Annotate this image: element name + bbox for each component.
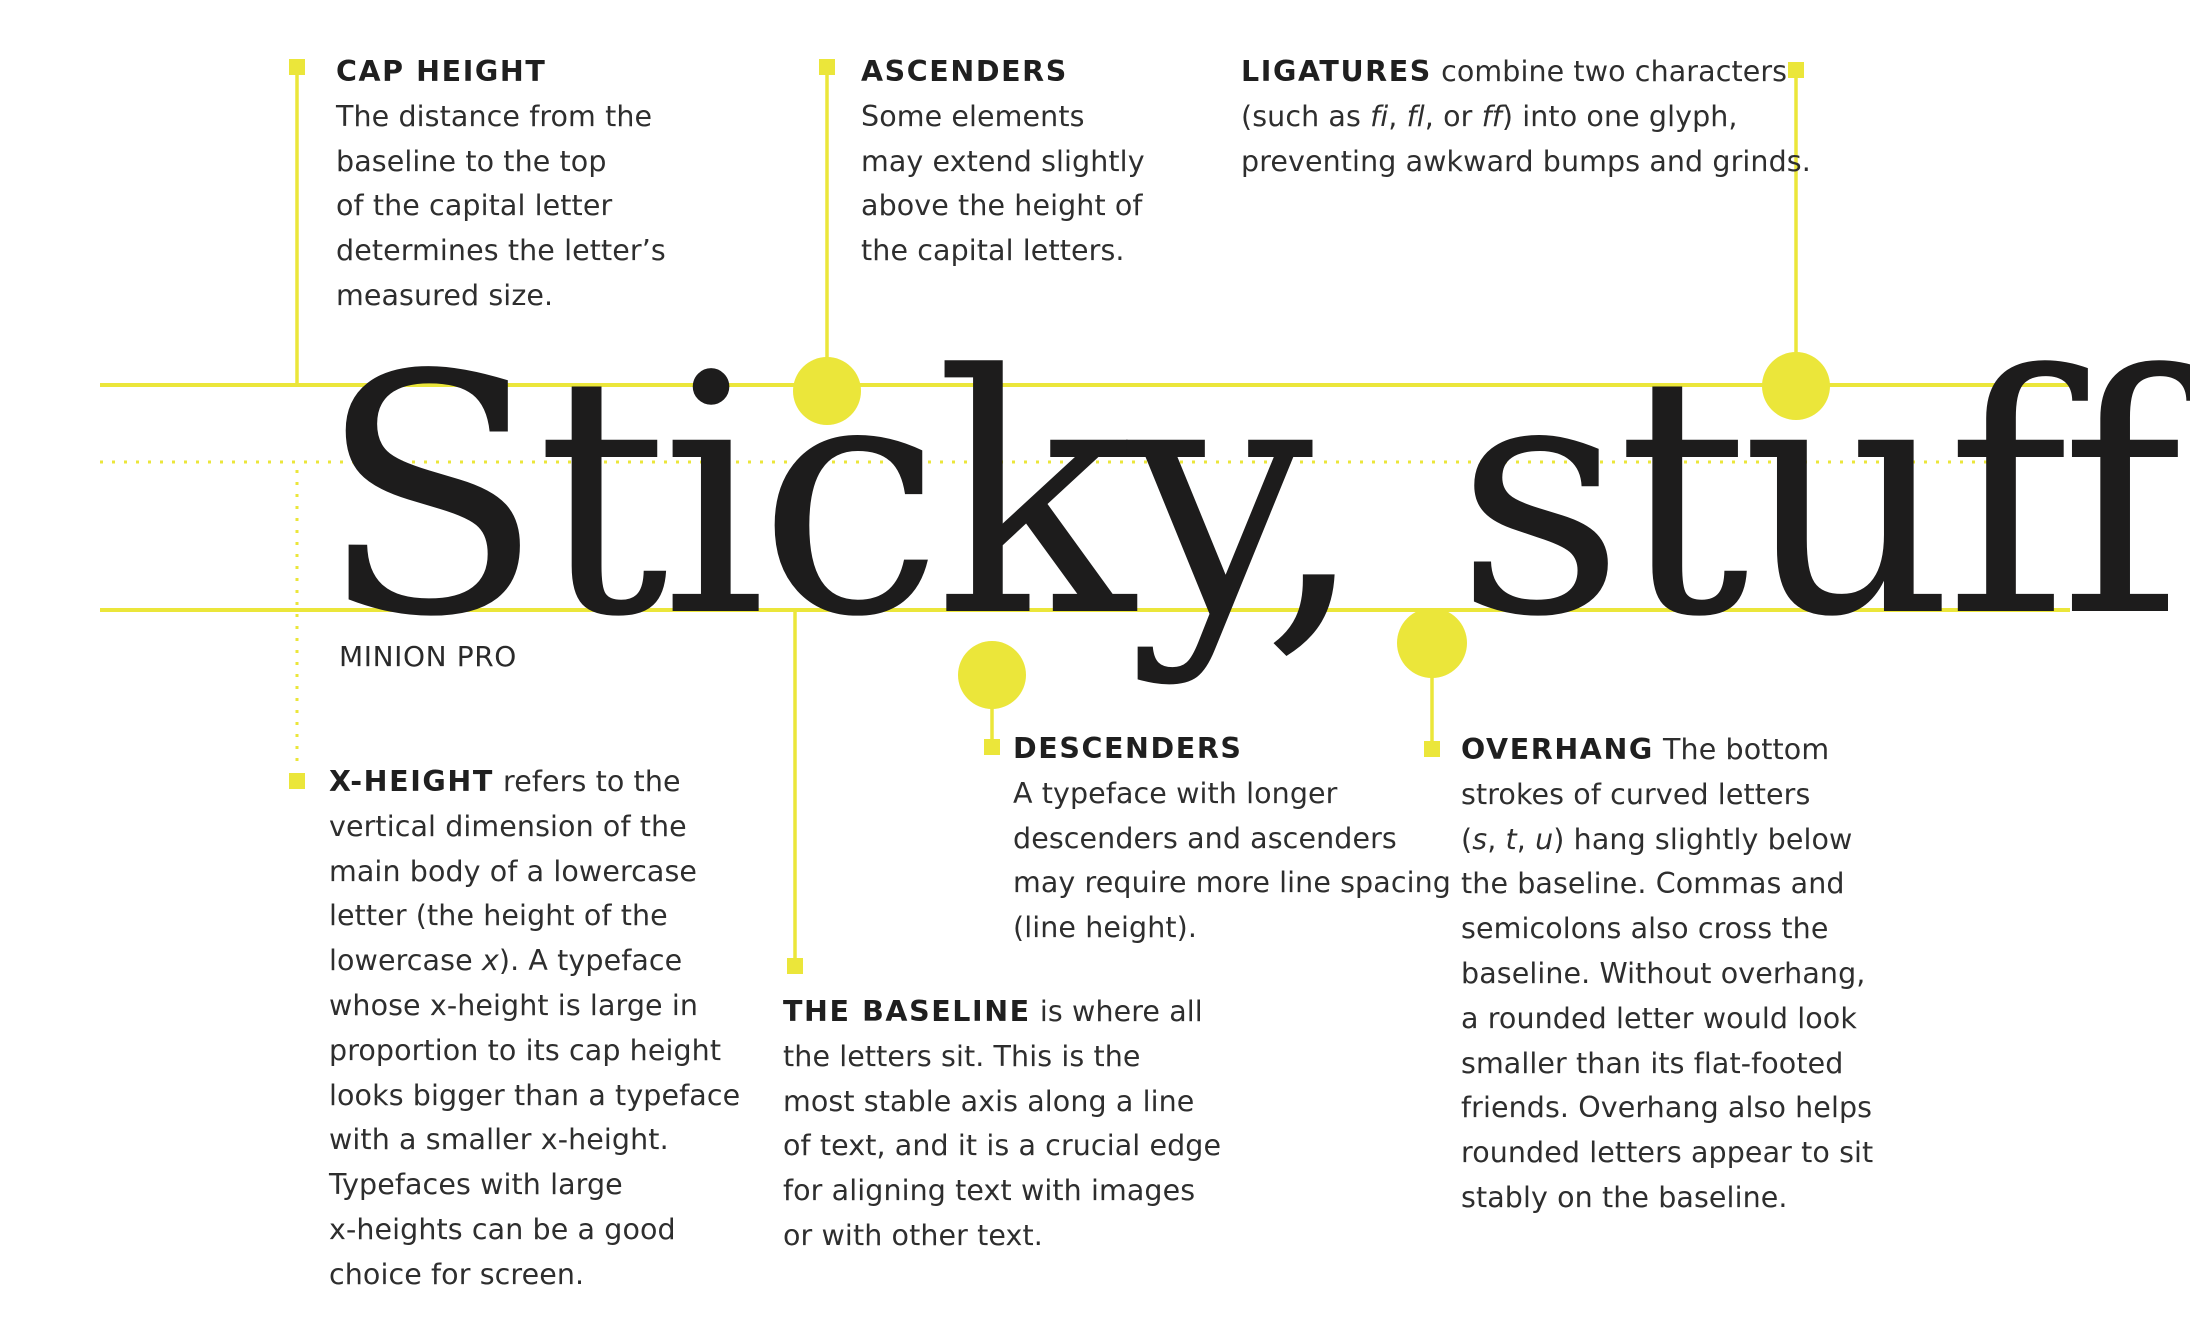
- x-height-note: X-HEIGHT refers to the vertical dimensio…: [329, 760, 740, 1298]
- x-height-line-4: letter (the height of the: [329, 899, 668, 933]
- overhang-line-10: rounded letters appear to sit: [1461, 1136, 1874, 1170]
- font-name-label: MINION PRO: [339, 640, 517, 673]
- overhang-heading: OVERHANG: [1461, 733, 1654, 766]
- baseline-line-3: most stable axis along a line: [783, 1084, 1195, 1118]
- ligature-example-fi: fi: [1370, 99, 1389, 133]
- ascenders-line-3: above the height of: [861, 189, 1143, 223]
- descenders-note: DESCENDERS A typeface with longer descen…: [1013, 727, 1451, 951]
- ligatures-sep-2: , or: [1424, 99, 1482, 133]
- overhang-line-5: semicolons also cross the: [1461, 912, 1829, 946]
- cap-height-line-5: measured size.: [336, 278, 554, 312]
- overhang-line-3-b: ) hang slightly below: [1553, 822, 1853, 856]
- x-height-line-10: Typefaces with large: [329, 1168, 623, 1202]
- overhang-line-1-rest: The bottom: [1653, 733, 1830, 766]
- x-height-leader: [289, 470, 305, 789]
- cap-height-line-2: baseline to the top: [336, 144, 607, 178]
- overhang-comma-2: ,: [1516, 822, 1536, 856]
- ligatures-line-1-rest: combine two characters: [1431, 55, 1788, 88]
- ligatures-line-2: (such as fi, fl, or ff) into one glyph,: [1241, 95, 1811, 140]
- cap-height-line-3: of the capital letter: [336, 189, 613, 223]
- descenders-line-1: A typeface with longer: [1013, 776, 1338, 810]
- ascenders-line-1: Some elements: [861, 99, 1085, 133]
- x-height-line-8: looks bigger than a typeface: [329, 1078, 741, 1112]
- baseline-line-1-rest: is where all: [1030, 995, 1203, 1028]
- overhang-line-8: smaller than its flat-footed: [1461, 1046, 1844, 1080]
- overhang-line-9: friends. Overhang also helps: [1461, 1091, 1873, 1125]
- overhang-line-7: a rounded letter would look: [1461, 1001, 1857, 1035]
- cap-height-heading: CAP HEIGHT: [336, 55, 547, 88]
- overhang-letter-s: s: [1472, 822, 1488, 856]
- x-height-line-9: with a smaller x-height.: [329, 1123, 669, 1157]
- baseline-note: THE BASELINE is where all the letters si…: [783, 990, 1221, 1259]
- ascenders-note: ASCENDERS Some elements may extend sligh…: [861, 50, 1145, 274]
- overhang-note: OVERHANG The bottom strokes of curved le…: [1461, 728, 1873, 1221]
- overhang-paren-open: (: [1461, 822, 1473, 856]
- overhang-line-4: the baseline. Commas and: [1461, 867, 1845, 901]
- baseline-line-4: of text, and it is a crucial edge: [783, 1129, 1222, 1163]
- overhang-letter-t: t: [1505, 822, 1517, 856]
- overhang-line-6: baseline. Without overhang,: [1461, 956, 1866, 990]
- x-height-line-2: vertical dimension of the: [329, 809, 687, 843]
- x-height-line-1-rest: refers to the: [493, 765, 681, 798]
- cap-height-line-4: determines the letter’s: [336, 234, 666, 268]
- overhang-comma-1: ,: [1487, 822, 1506, 856]
- x-height-line-5-b: ). A typeface: [498, 944, 683, 978]
- ligatures-note: LIGATURES combine two characters (such a…: [1241, 50, 1811, 184]
- cap-height-line-1: The distance from the: [336, 99, 653, 133]
- x-height-line-6: whose x-height is large in: [329, 988, 698, 1022]
- descenders-heading: DESCENDERS: [1013, 732, 1243, 765]
- ligatures-sep-1: ,: [1388, 99, 1407, 133]
- ascenders-line-2: may extend slightly: [861, 144, 1145, 178]
- baseline-line-5: for aligning text with images: [783, 1174, 1196, 1208]
- descenders-line-4: (line height).: [1013, 911, 1198, 945]
- ligature-example-ff: ff: [1481, 99, 1502, 133]
- ligatures-line-2-b: ) into one glyph,: [1501, 99, 1738, 133]
- x-height-line-5: lowercase x). A typeface: [329, 939, 740, 984]
- descenders-line-3: may require more line spacing: [1013, 866, 1451, 900]
- ligatures-line-1: LIGATURES combine two characters: [1241, 50, 1811, 95]
- overhang-line-2: strokes of curved letters: [1461, 777, 1811, 811]
- baseline-line-2: the letters sit. This is the: [783, 1039, 1141, 1073]
- x-height-line-12: choice for screen.: [329, 1257, 585, 1291]
- ligatures-line-2-a: (such as: [1241, 99, 1371, 133]
- ascenders-heading: ASCENDERS: [861, 55, 1068, 88]
- x-height-line-7: proportion to its cap height: [329, 1033, 722, 1067]
- overhang-line-3: (s, t, u) hang slightly below: [1461, 818, 1873, 863]
- x-height-italic-x: x: [481, 944, 499, 978]
- x-height-line-1: X-HEIGHT refers to the: [329, 760, 740, 805]
- ascenders-line-4: the capital letters.: [861, 234, 1125, 268]
- baseline-heading: THE BASELINE: [783, 995, 1031, 1028]
- overhang-letter-u: u: [1535, 822, 1554, 856]
- ligature-example-fl: fl: [1406, 99, 1425, 133]
- baseline-line-1: THE BASELINE is where all: [783, 990, 1221, 1035]
- baseline-line-6: or with other text.: [783, 1218, 1043, 1252]
- cap-height-note: CAP HEIGHT The distance from the baselin…: [336, 50, 666, 319]
- descenders-line-2: descenders and ascenders: [1013, 821, 1397, 855]
- typography-diagram: Sticky, stuff MINION PRO CAP HEIGHT The …: [0, 0, 2190, 1334]
- ligatures-line-3: preventing awkward bumps and grinds.: [1241, 144, 1811, 178]
- x-height-heading: X-HEIGHT: [329, 765, 494, 798]
- ligatures-heading: LIGATURES: [1241, 55, 1432, 88]
- x-height-line-3: main body of a lowercase: [329, 854, 698, 888]
- x-height-line-11: x-heights can be a good: [329, 1212, 676, 1246]
- overhang-line-11: stably on the baseline.: [1461, 1180, 1788, 1214]
- overhang-line-1: OVERHANG The bottom: [1461, 728, 1873, 773]
- x-height-line-5-a: lowercase: [329, 944, 482, 978]
- cap-height-leader: [289, 59, 305, 385]
- specimen-text: Sticky, stuff: [318, 305, 2182, 689]
